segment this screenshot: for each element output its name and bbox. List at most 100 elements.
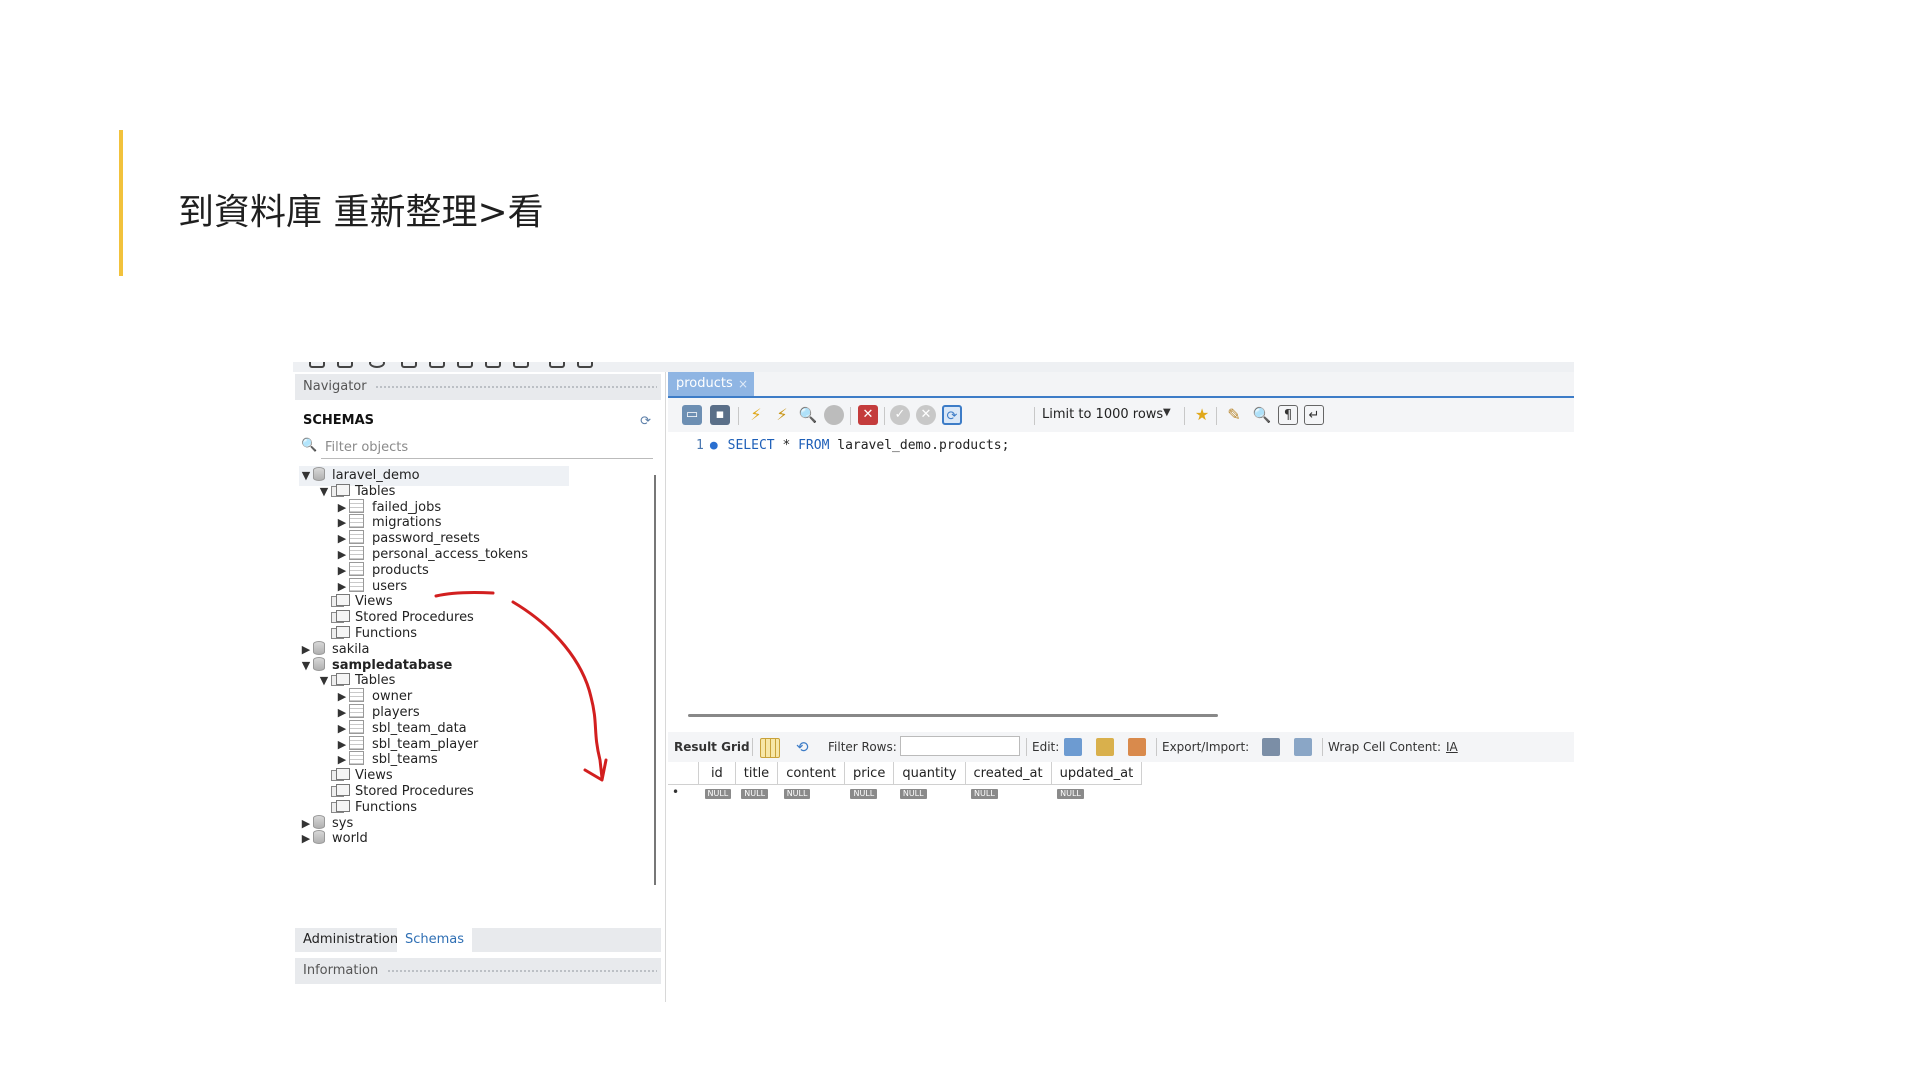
execute-current-icon[interactable]: ⚡ xyxy=(772,405,792,425)
refresh-icon[interactable]: ⟳ xyxy=(640,414,651,429)
column-header[interactable]: title xyxy=(735,762,779,785)
refresh-rows-icon[interactable]: ⟲ xyxy=(796,738,814,756)
panel-grip[interactable] xyxy=(387,969,657,973)
grid-cell[interactable]: NULL xyxy=(894,785,965,801)
toggle-error-icon[interactable]: ✕ xyxy=(858,405,878,425)
table-icon xyxy=(349,577,364,592)
grid-cell[interactable]: NULL xyxy=(1051,785,1142,801)
database-icon xyxy=(313,640,325,655)
filter-objects-input[interactable] xyxy=(321,436,653,459)
sql-table-ref: laravel_demo.products; xyxy=(829,438,1010,453)
import-icon[interactable] xyxy=(1294,738,1312,756)
folder-icon xyxy=(331,626,350,639)
grid-view-icon[interactable] xyxy=(760,738,780,758)
grid-cell[interactable]: NULL xyxy=(735,785,777,801)
find-icon[interactable]: 🔍 xyxy=(1252,405,1272,425)
tree-item-label: Tables xyxy=(355,673,396,689)
tree-item-label: personal_access_tokens xyxy=(372,547,529,562)
beautify-icon[interactable]: ✎ xyxy=(1224,405,1244,425)
invisible-chars-icon[interactable]: ¶ xyxy=(1278,405,1298,425)
expand-down-icon[interactable]: ▼ xyxy=(299,466,313,486)
tree-item-label: sbl_team_data xyxy=(372,720,467,736)
create-schema-icon[interactable] xyxy=(401,362,417,368)
code-line-1[interactable]: 1 ● SELECT * FROM laravel_demo.products; xyxy=(696,438,1009,453)
line-number: 1 xyxy=(696,438,704,453)
tree-scrollbar[interactable] xyxy=(654,475,656,885)
expand-down-icon[interactable]: ▼ xyxy=(317,482,331,502)
column-header[interactable]: updated_at xyxy=(1051,762,1143,785)
column-header[interactable]: price xyxy=(844,762,895,785)
add-snippet-icon[interactable]: ★ xyxy=(1192,405,1212,425)
column-header[interactable]: id xyxy=(698,762,736,785)
table-icon xyxy=(349,530,364,545)
column-header[interactable]: created_at xyxy=(965,762,1052,785)
database-icon xyxy=(313,656,325,671)
grid-cell[interactable]: NULL xyxy=(965,785,1051,801)
schemas-header: SCHEMAS ⟳ xyxy=(295,410,661,434)
grid-cell[interactable]: NULL xyxy=(778,785,845,801)
panel-grip[interactable] xyxy=(375,385,657,389)
wrap-cell-label: Wrap Cell Content: xyxy=(1328,740,1442,754)
tree-item-label: sakila xyxy=(332,641,370,657)
result-grid-tab[interactable]: Result Grid xyxy=(674,740,750,754)
table-row[interactable]: • NULL NULL NULL NULL NULL NULL NULL xyxy=(668,785,1142,801)
column-header[interactable]: quantity xyxy=(893,762,966,785)
autocommit-icon[interactable]: ⟳ xyxy=(942,405,962,425)
table-icon xyxy=(349,688,364,703)
chevron-down-icon[interactable]: ▼ xyxy=(1163,407,1171,418)
query-toolbar: ▭ ▪ ⚡ ⚡ 🔍 ✕ ✓ ✕ ⟳ Limit to 1000 rows ▼ ★… xyxy=(668,398,1574,432)
folder-icon xyxy=(331,594,350,608)
edit-row-icon[interactable] xyxy=(1064,738,1082,756)
result-header-row: id title content price quantity created_at upd… xyxy=(668,762,1143,785)
tree-item-label: migrations xyxy=(372,515,442,531)
wrap-lines-icon[interactable]: ↵ xyxy=(1304,405,1324,425)
search-table-icon[interactable] xyxy=(549,362,565,368)
tree-item-label: users xyxy=(372,578,408,594)
table-icon xyxy=(349,546,364,560)
new-sql-tab-icon[interactable] xyxy=(309,362,325,368)
reconnect-icon[interactable] xyxy=(577,362,593,368)
null-badge: NULL xyxy=(850,789,878,799)
open-sql-file-icon[interactable] xyxy=(337,362,353,368)
null-badge: NULL xyxy=(704,789,732,799)
tree-item-label: owner xyxy=(372,689,413,705)
tab-schemas[interactable]: Schemas xyxy=(397,928,473,952)
grid-cell[interactable]: NULL xyxy=(844,785,893,801)
wrap-cell-icon[interactable]: IA xyxy=(1446,738,1464,756)
expand-down-icon[interactable]: ▼ xyxy=(299,656,313,676)
tab-products-label: products xyxy=(676,376,733,391)
rollback-icon[interactable]: ✕ xyxy=(916,405,936,425)
delete-row-icon[interactable] xyxy=(1128,738,1146,756)
filter-box: 🔍 xyxy=(301,436,655,459)
schema-item[interactable]: ▶ world xyxy=(299,829,368,849)
save-icon[interactable]: ▪ xyxy=(710,405,730,425)
open-file-icon[interactable]: ▭ xyxy=(682,405,702,425)
navigator-title: Navigator xyxy=(295,379,367,394)
explain-icon[interactable]: 🔍 xyxy=(798,405,818,425)
tab-products[interactable]: products × xyxy=(668,372,754,396)
grid-cell[interactable]: NULL xyxy=(699,785,736,801)
null-badge: NULL xyxy=(1057,789,1084,799)
expand-down-icon[interactable]: ▼ xyxy=(317,671,331,691)
execute-icon[interactable]: ⚡ xyxy=(746,405,766,425)
create-table-icon[interactable] xyxy=(429,362,445,368)
limit-rows-select[interactable]: Limit to 1000 rows xyxy=(1042,407,1163,422)
tree-item-label: Stored Procedures xyxy=(355,610,474,626)
info-icon[interactable] xyxy=(369,362,385,368)
commit-icon[interactable]: ✓ xyxy=(890,405,910,425)
create-view-icon[interactable] xyxy=(457,362,473,368)
expand-right-icon[interactable]: ▶ xyxy=(299,829,313,849)
editor-result-splitter[interactable] xyxy=(688,714,1218,717)
sql-editor[interactable]: 1 ● SELECT * FROM laravel_demo.products; xyxy=(668,432,1574,702)
close-icon[interactable]: × xyxy=(738,372,748,396)
export-icon[interactable] xyxy=(1262,738,1280,756)
create-function-icon[interactable] xyxy=(513,362,529,368)
create-procedure-icon[interactable] xyxy=(485,362,501,368)
filter-rows-input[interactable] xyxy=(900,736,1020,756)
insert-row-icon[interactable] xyxy=(1096,738,1114,756)
folder-icon xyxy=(331,610,350,624)
column-header[interactable]: content xyxy=(777,762,845,785)
stop-icon[interactable] xyxy=(824,405,844,425)
tab-administration[interactable]: Administration xyxy=(295,928,406,952)
toolbar-separator xyxy=(850,407,851,425)
